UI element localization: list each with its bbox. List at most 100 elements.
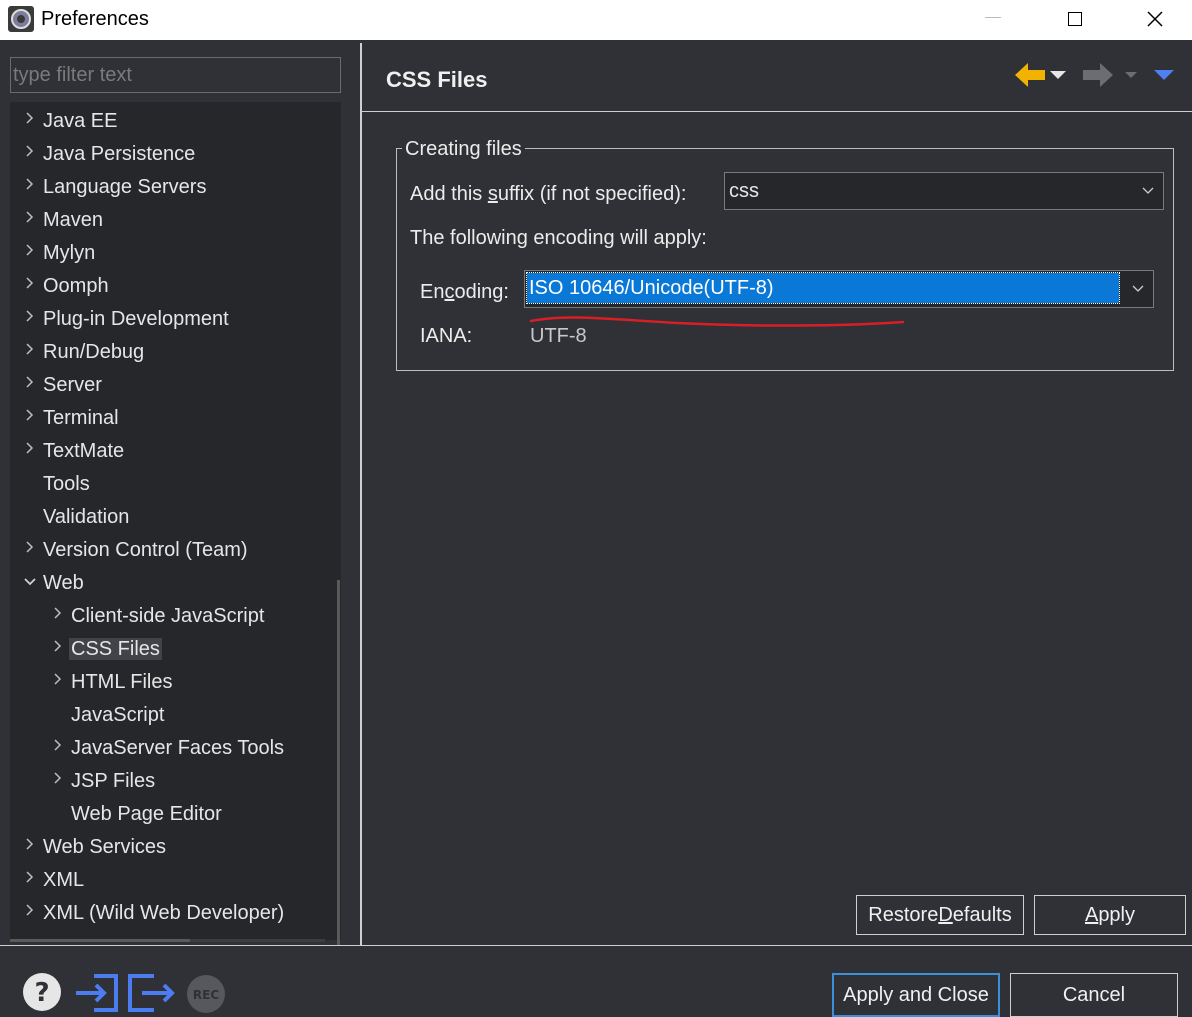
encoding-combo[interactable]: ISO 10646/Unicode(UTF-8) [524, 270, 1154, 308]
tree-item[interactable]: Server [26, 370, 102, 400]
chevron-right-icon[interactable] [23, 535, 37, 565]
tree-item-label: Validation [43, 506, 130, 528]
record-icon[interactable]: REC [186, 974, 226, 1014]
apply-button[interactable]: Apply [1034, 895, 1186, 935]
tree-item-label: Mylyn [43, 242, 96, 264]
tree-item[interactable]: Java EE [26, 106, 118, 136]
chevron-right-icon[interactable] [23, 205, 37, 235]
tree-item-label: Java EE [43, 110, 118, 132]
tree-item-label: Maven [43, 209, 104, 231]
tree-item[interactable]: CSS Files [54, 634, 162, 664]
back-history-dropdown[interactable] [1048, 57, 1068, 93]
tree-item[interactable]: Version Control (Team) [26, 535, 248, 565]
tree-item[interactable]: Web Services [26, 832, 167, 862]
minimize-button[interactable] [970, 0, 1016, 38]
page-title: CSS Files [386, 67, 488, 92]
restore-defaults-button[interactable]: Restore Defaults [856, 895, 1024, 935]
tree-item[interactable]: Web [24, 568, 84, 598]
chevron-right-icon[interactable] [23, 139, 37, 169]
preference-page: CSS Files Creating files Add this suffix… [362, 43, 1192, 945]
chevron-right-icon[interactable] [23, 238, 37, 268]
chevron-right-icon[interactable] [23, 106, 37, 136]
cancel-button[interactable]: Cancel [1010, 973, 1178, 1017]
tree-item[interactable]: TextMate [26, 436, 124, 466]
tree-item-label: JavaServer Faces Tools [71, 737, 285, 759]
tree-item[interactable]: XML (Wild Web Developer) [26, 898, 285, 928]
tree-item-label: XML [43, 869, 85, 891]
maximize-icon [1068, 12, 1082, 26]
tree-item-label: Tools [43, 473, 90, 495]
apply-and-close-button[interactable]: Apply and Close [832, 973, 1000, 1017]
tree-item[interactable]: Java Persistence [26, 139, 196, 169]
tree-item[interactable]: JSP Files [54, 766, 156, 796]
chevron-right-icon[interactable] [23, 832, 37, 862]
tree-item[interactable]: Mylyn [26, 238, 96, 268]
import-icon[interactable] [74, 972, 120, 1012]
tree-vertical-scrollbar[interactable] [337, 580, 340, 955]
chevron-right-icon[interactable] [23, 337, 37, 367]
tree-item-label: Java Persistence [43, 143, 196, 165]
chevron-right-icon[interactable] [23, 370, 37, 400]
title-bar: Preferences [0, 0, 1192, 40]
svg-text:?: ? [34, 978, 49, 1008]
tree-item[interactable]: JavaServer Faces Tools [54, 733, 285, 763]
suffix-combo[interactable]: css [724, 172, 1164, 210]
chevron-right-icon[interactable] [51, 601, 65, 631]
chevron-right-icon[interactable] [23, 436, 37, 466]
tree-item-label: XML (Wild Web Developer) [43, 902, 285, 924]
tree-horizontal-scrollbar[interactable] [10, 939, 190, 942]
maximize-button[interactable] [1052, 0, 1098, 38]
chevron-down-icon [1125, 72, 1137, 78]
chevron-right-icon[interactable] [51, 733, 65, 763]
filter-input[interactable] [10, 57, 341, 93]
chevron-right-icon[interactable] [23, 898, 37, 928]
tree-item[interactable]: Tools [43, 469, 90, 499]
view-menu-button[interactable] [1152, 57, 1176, 93]
rec-label: REC [193, 988, 219, 1002]
tree-item[interactable]: Terminal [26, 403, 119, 433]
tree-item[interactable]: HTML Files [54, 667, 173, 697]
tree-item-label: CSS Files [69, 638, 162, 660]
back-button[interactable] [1012, 57, 1048, 93]
tree-item[interactable]: XML [26, 865, 85, 895]
chevron-right-icon[interactable] [23, 865, 37, 895]
tree-item[interactable]: JavaScript [71, 700, 164, 730]
chevron-right-icon[interactable] [23, 172, 37, 202]
preferences-tree: Java EE Java Persistence Language Servers M… [10, 102, 341, 940]
tree-item-label: Web Services [43, 836, 167, 858]
chevron-right-icon[interactable] [51, 634, 65, 664]
close-button[interactable] [1132, 0, 1178, 38]
tree-item[interactable]: Maven [26, 205, 104, 235]
chevron-down-icon[interactable] [23, 568, 37, 598]
help-icon[interactable]: ? [22, 972, 62, 1012]
chevron-right-icon[interactable] [23, 271, 37, 301]
tree-item[interactable]: Oomph [26, 271, 109, 301]
tree-item[interactable]: Plug-in Development [26, 304, 229, 334]
tree-item[interactable]: Web Page Editor [71, 799, 222, 829]
tree-item[interactable]: Validation [43, 502, 129, 532]
close-icon [1147, 11, 1163, 27]
tree-item[interactable]: Client-side JavaScript [54, 601, 264, 631]
chevron-right-icon[interactable] [23, 403, 37, 433]
preferences-tree-pane: Java EE Java Persistence Language Servers M… [0, 40, 360, 955]
tree-item[interactable]: Run/Debug [26, 337, 145, 367]
chevron-down-icon [1123, 271, 1153, 307]
tree-item[interactable]: Language Servers [26, 172, 207, 202]
forward-button[interactable] [1080, 57, 1116, 93]
chevron-down-icon [1133, 173, 1163, 209]
tree-item-label: Plug-in Development [43, 308, 229, 330]
tree-item-label: Language Servers [43, 176, 207, 198]
view-menu-icon [1154, 70, 1174, 80]
tree-item-label: HTML Files [71, 671, 173, 693]
chevron-right-icon[interactable] [51, 766, 65, 796]
eclipse-app-icon [8, 6, 34, 32]
chevron-right-icon[interactable] [23, 304, 37, 334]
forward-history-dropdown[interactable] [1122, 57, 1140, 93]
minimize-icon [985, 16, 1001, 18]
export-icon[interactable] [126, 972, 176, 1012]
tree-horizontal-scroll-track [190, 939, 325, 942]
forward-arrow-icon [1083, 63, 1113, 87]
tree-item-label: Run/Debug [43, 341, 145, 363]
tree-item-label: JSP Files [71, 770, 156, 792]
chevron-right-icon[interactable] [51, 667, 65, 697]
